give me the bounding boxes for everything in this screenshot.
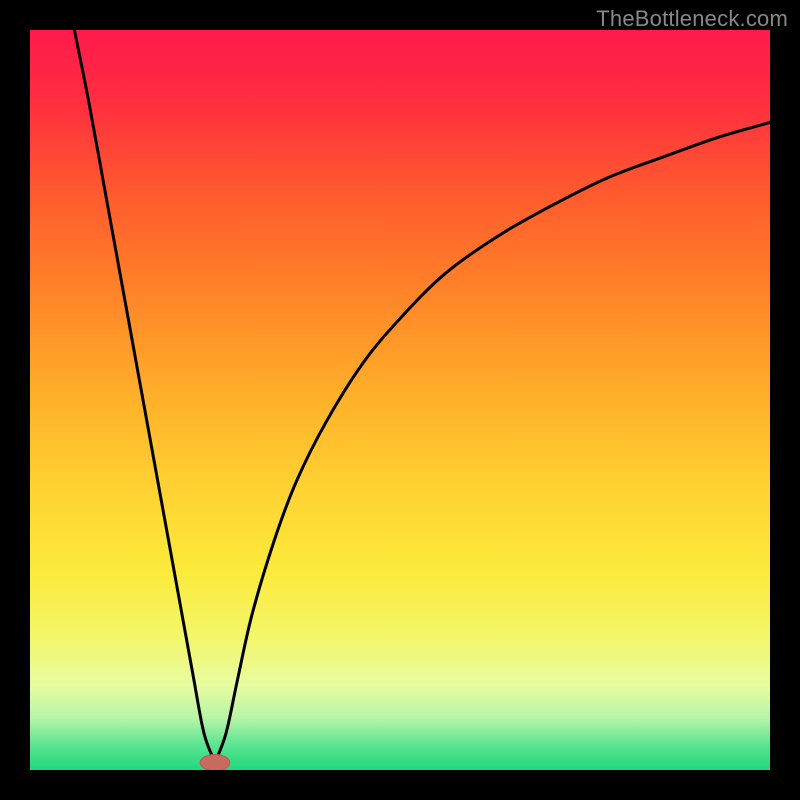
- bottleneck-marker: [200, 754, 230, 770]
- outer-frame: TheBottleneck.com: [0, 0, 800, 800]
- chart-plot-area: [30, 30, 770, 770]
- watermark-text: TheBottleneck.com: [596, 6, 788, 32]
- chart-background: [30, 30, 770, 770]
- chart-svg: [30, 30, 770, 770]
